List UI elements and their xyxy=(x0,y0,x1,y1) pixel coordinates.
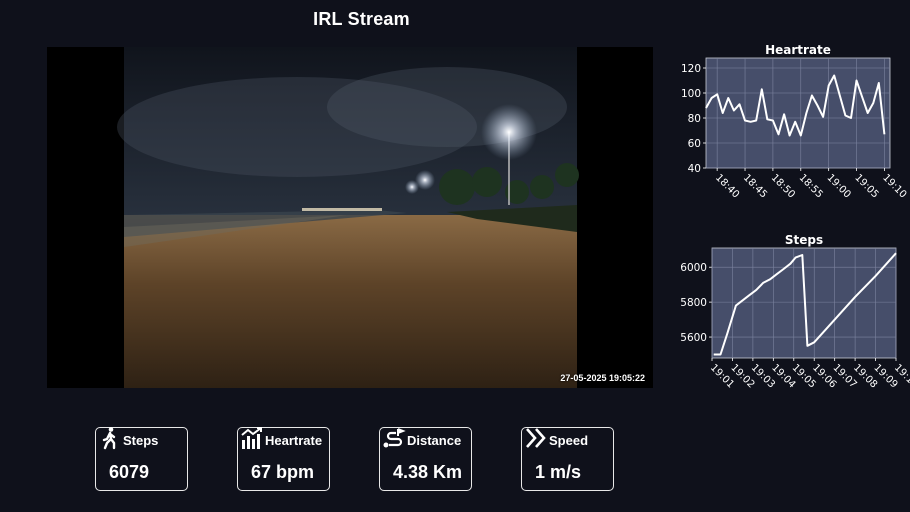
heartrate-ytick-label: 100 xyxy=(681,88,701,100)
speed-card: Speed 1 m/s xyxy=(521,427,614,491)
heartrate-label: Heartrate xyxy=(265,433,323,448)
heartrate-ytick-label: 80 xyxy=(688,113,701,125)
steps-chart-title: Steps xyxy=(785,233,823,247)
steps-chart: Steps 60005800560019:0119:0219:0319:0419… xyxy=(680,233,910,390)
speed-value: 1 m/s xyxy=(535,462,582,482)
heartrate-chart: Heartrate 120 100 80 60 40 18:40 18:45 18:50 18:… xyxy=(681,43,909,200)
distance-label: Distance xyxy=(407,433,462,448)
heartrate-xtick-label: 19:10 xyxy=(880,172,908,200)
heartrate-xtick-label: 18:45 xyxy=(741,172,769,200)
heartrate-xtick-label: 18:55 xyxy=(797,172,825,200)
steps-ytick-label: 5600 xyxy=(680,332,707,344)
bar-chart-trend-icon xyxy=(241,427,262,449)
speed-label: Speed xyxy=(549,433,589,448)
double-chevron-right-icon xyxy=(526,428,546,448)
heartrate-chart-title: Heartrate xyxy=(765,43,831,57)
heartrate-ytick-label: 40 xyxy=(688,163,701,175)
video-timestamp: 27-05-2025 19:05:22 xyxy=(560,373,645,383)
heartrate-xtick-label: 19:00 xyxy=(825,172,853,200)
heartrate-ytick-label: 120 xyxy=(681,63,701,75)
heartrate-xtick-label: 18:50 xyxy=(769,172,797,200)
heartrate-ytick-label: 60 xyxy=(688,138,701,150)
heartrate-card: Heartrate 67 bpm xyxy=(237,427,330,491)
heartrate-value: 67 bpm xyxy=(251,462,315,482)
distance-value: 4.38 Km xyxy=(393,462,463,482)
steps-ytick-label: 5800 xyxy=(680,297,707,309)
heartrate-plot-area xyxy=(705,57,891,169)
steps-label: Steps xyxy=(123,433,159,448)
stream-video[interactable]: 27-05-2025 19:05:22 xyxy=(47,47,653,388)
walking-person-icon xyxy=(102,427,116,450)
heartrate-xtick-label: 19:05 xyxy=(852,172,880,200)
page-title: IRL Stream xyxy=(313,9,410,29)
steps-ytick-label: 6000 xyxy=(680,262,707,274)
route-icon xyxy=(383,428,406,448)
steps-card: Steps 6079 xyxy=(95,427,188,491)
heartrate-xtick-label: 18:40 xyxy=(713,172,741,200)
steps-value: 6079 xyxy=(109,462,150,482)
beach-night-image xyxy=(47,47,653,388)
distance-card: Distance 4.38 Km xyxy=(379,427,472,491)
